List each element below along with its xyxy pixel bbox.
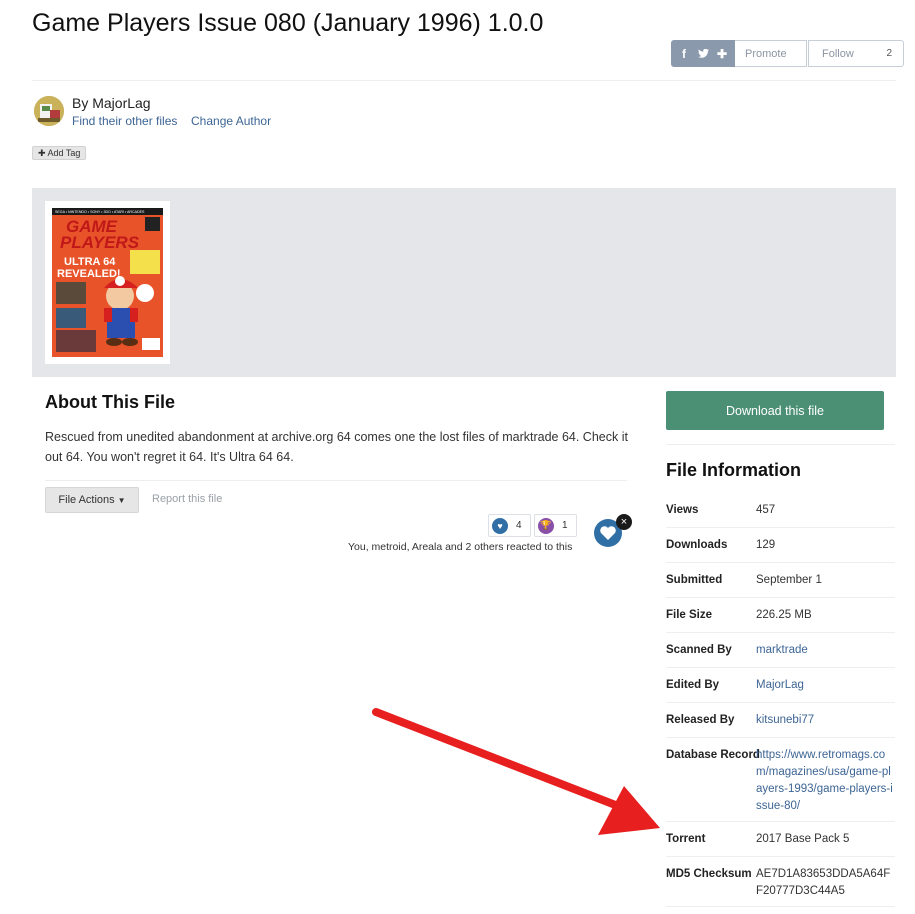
info-row-file-size: File Size 226.25 MB: [666, 598, 895, 633]
info-row-downloads: Downloads 129: [666, 528, 895, 563]
info-row-released-by: Released By kitsunebi77: [666, 703, 895, 738]
info-row-scanned-by: Scanned By marktrade: [666, 633, 895, 668]
info-label: MD5 Checksum: [666, 868, 752, 880]
add-tag-button[interactable]: ✚ Add Tag: [32, 146, 87, 160]
follow-button[interactable]: Follow 2: [808, 40, 904, 67]
caret-down-icon: ▼: [117, 495, 126, 505]
info-row-submitted: Submitted September 1: [666, 563, 895, 598]
twitter-icon[interactable]: [694, 40, 712, 67]
info-row-database-record: Database Record https://www.retromags.co…: [666, 738, 895, 822]
cover-logo-2: PLAYERS: [60, 233, 140, 252]
info-value: 2017 Base Pack 5: [756, 833, 850, 845]
info-row-views: Views 457: [666, 493, 895, 528]
info-label: Views: [666, 504, 699, 516]
heart-icon: ♥: [492, 517, 508, 534]
divider: [32, 80, 896, 81]
info-label: Submitted: [666, 574, 723, 586]
report-file-link[interactable]: Report this file: [152, 493, 222, 505]
follow-label: Follow: [822, 47, 854, 60]
screenshot-gallery: SEGA • NINTENDO • SONY • 3DO • ATARI • A…: [32, 188, 896, 377]
header-actions: f ✚ Promote Follow 2: [671, 40, 904, 67]
info-value: AE7D1A83653DDA5A64FF20777D3C44A5: [756, 868, 891, 897]
cover-headline-1: ULTRA 64: [64, 256, 116, 268]
divider: [666, 444, 895, 445]
file-actions-button[interactable]: File Actions ▼: [45, 487, 139, 513]
avatar[interactable]: [34, 96, 64, 126]
info-label: File Size: [666, 609, 713, 621]
facebook-icon[interactable]: f: [675, 40, 693, 67]
released-by-link[interactable]: kitsunebi77: [756, 712, 895, 729]
scanned-by-link[interactable]: marktrade: [756, 642, 895, 659]
info-value: September 1: [756, 574, 822, 586]
download-button[interactable]: Download this file: [666, 391, 884, 430]
divider: [45, 480, 627, 481]
info-row-md5-checksum: MD5 Checksum AE7D1A83653DDA5A64FF20777D3…: [666, 857, 895, 907]
promote-button[interactable]: Promote: [735, 40, 807, 67]
info-label: Database Record: [666, 749, 760, 761]
info-value: 457: [756, 504, 776, 516]
database-record-link[interactable]: https://www.retromags.com/magazines/usa/…: [756, 747, 895, 815]
cover-thumbnail[interactable]: SEGA • NINTENDO • SONY • 3DO • ATARI • A…: [45, 201, 170, 364]
info-value: 226.25 MB: [756, 609, 812, 621]
share-group: f ✚: [671, 40, 735, 67]
author-byline: By MajorLag: [72, 95, 151, 111]
page-title: Game Players Issue 080 (January 1996) 1.…: [32, 9, 544, 37]
file-information-title: File Information: [666, 460, 801, 480]
follow-count: 2: [886, 48, 892, 59]
about-text: Rescued from unedited abandonment at arc…: [45, 430, 628, 464]
reaction-trophy-count[interactable]: 🏆 1: [534, 514, 577, 537]
reaction-heart-count[interactable]: ♥ 4: [488, 514, 531, 537]
about-title: About This File: [45, 392, 175, 412]
info-value: 129: [756, 539, 776, 551]
find-other-files-link[interactable]: Find their other files: [72, 114, 177, 128]
reaction-count: 1: [562, 520, 568, 531]
info-row-torrent: Torrent 2017 Base Pack 5: [666, 822, 895, 857]
reaction-count: 4: [516, 520, 522, 531]
info-row-edited-by: Edited By MajorLag: [666, 668, 895, 703]
cover-masthead: SEGA • NINTENDO • SONY • 3DO • ATARI • A…: [55, 210, 145, 214]
reaction-summary[interactable]: You, metroid, Areala and 2 others reacte…: [348, 541, 572, 553]
cover-headline-2: REVEALED!: [57, 268, 121, 280]
info-label: Scanned By: [666, 644, 732, 656]
add-tag-label: Add Tag: [47, 148, 81, 158]
info-label: Downloads: [666, 539, 728, 551]
edited-by-link[interactable]: MajorLag: [756, 677, 895, 694]
info-label: Edited By: [666, 679, 720, 691]
change-author-link[interactable]: Change Author: [191, 114, 271, 128]
magazine-cover: SEGA • NINTENDO • SONY • 3DO • ATARI • A…: [52, 208, 163, 357]
file-actions-label: File Actions: [58, 494, 115, 506]
plus-icon[interactable]: ✚: [713, 40, 731, 67]
plus-icon: ✚: [38, 147, 46, 158]
remove-reaction-icon[interactable]: ×: [616, 514, 632, 530]
trophy-icon: 🏆: [538, 517, 554, 534]
red-arrow-annotation: [372, 708, 660, 835]
